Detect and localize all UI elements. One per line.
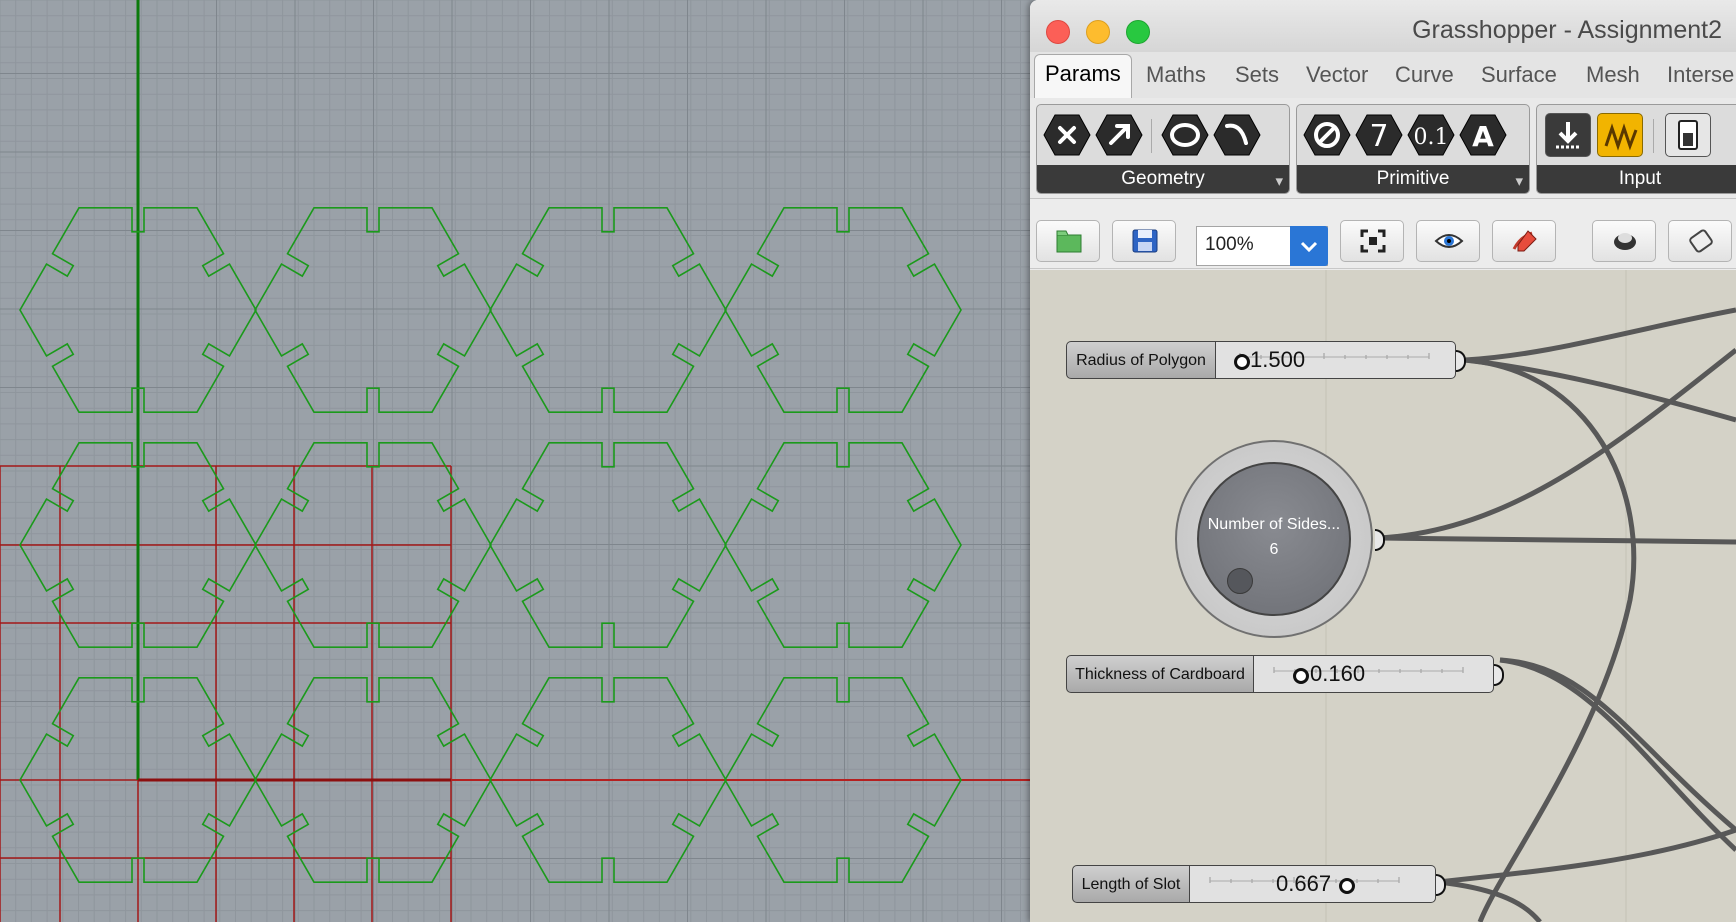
tab-mesh[interactable]: Mesh <box>1586 62 1640 88</box>
open-file-icon[interactable] <box>1036 220 1100 262</box>
slider-slot[interactable]: 0.667 <box>1190 865 1436 903</box>
tab-vector[interactable]: Vector <box>1306 62 1368 88</box>
zoom-value: 100% <box>1205 234 1254 255</box>
tab-surface[interactable]: Surface <box>1481 62 1557 88</box>
grasshopper-canvas[interactable]: Radius of Polygon 1.500 Number of Sides.… <box>1030 270 1736 922</box>
slider-value-thickness: 0.160 <box>1310 661 1366 686</box>
expand-arrow-icon[interactable]: ▾ <box>1515 172 1523 190</box>
circle-icon[interactable] <box>1161 113 1209 157</box>
ribbon-separator <box>1653 119 1654 153</box>
display-mode-icon[interactable] <box>1592 220 1656 262</box>
tab-params[interactable]: Params <box>1034 54 1132 98</box>
slider-label-radius[interactable]: Radius of Polygon <box>1066 341 1216 379</box>
zoom-select[interactable]: 100% <box>1196 226 1328 266</box>
component-tabs: Params Maths Sets Vector Curve Surface M… <box>1030 52 1736 99</box>
delete-icon[interactable] <box>1043 113 1091 157</box>
input-group: Input <box>1536 104 1736 194</box>
text-icon[interactable]: A <box>1459 113 1507 157</box>
component-ribbon: Geometry ▾ 7 0.1 A Primitive ▾ Input <box>1030 98 1736 199</box>
integer-glyph: 7 <box>1369 119 1388 154</box>
save-file-icon[interactable] <box>1112 220 1176 262</box>
expand-arrow-icon[interactable]: ▾ <box>1275 172 1283 190</box>
close-window-button[interactable] <box>1046 20 1070 44</box>
sketch-pen-icon[interactable] <box>1492 220 1556 262</box>
preview-eye-icon[interactable] <box>1416 220 1480 262</box>
slider-knob[interactable] <box>1234 354 1250 370</box>
tab-curve[interactable]: Curve <box>1395 62 1454 88</box>
wire[interactable] <box>1379 535 1736 545</box>
viewport-canvas[interactable] <box>0 0 1030 922</box>
graph-mapper-icon[interactable] <box>1597 113 1643 157</box>
text-glyph: A <box>1472 120 1494 153</box>
zoom-extents-icon[interactable] <box>1340 220 1404 262</box>
null-icon[interactable] <box>1303 113 1351 157</box>
slider-label-thickness[interactable]: Thickness of Cardboard <box>1066 655 1254 693</box>
number-icon[interactable]: 0.1 <box>1407 113 1455 157</box>
dial-handle[interactable] <box>1227 568 1253 594</box>
dial-value: 6 <box>1269 541 1279 558</box>
slider-knob[interactable] <box>1293 668 1309 684</box>
curve-icon[interactable] <box>1213 113 1261 157</box>
slider-value-radius: 1.500 <box>1250 347 1306 372</box>
wire[interactable] <box>1437 827 1736 885</box>
geometry-group-label: Geometry <box>1037 165 1289 193</box>
chevron-down-icon[interactable] <box>1290 226 1328 266</box>
geometry-group: Geometry ▾ <box>1036 104 1290 194</box>
slider-thickness[interactable]: 0.160 <box>1254 655 1494 693</box>
import-icon[interactable] <box>1545 113 1591 157</box>
dial-label: Number of Sides... <box>1207 516 1341 533</box>
slotted-hexagon <box>724 207 962 413</box>
number-glyph: 0.1 <box>1414 125 1449 150</box>
toggle-icon[interactable] <box>1665 113 1711 157</box>
primitive-group-label: Primitive <box>1297 165 1529 193</box>
slider-radius[interactable]: 1.500 <box>1216 341 1456 379</box>
wire[interactable] <box>1499 657 1736 832</box>
wire[interactable] <box>1464 307 1736 363</box>
window-title: Grasshopper - Assignment2 <box>1412 16 1722 44</box>
dial-face[interactable]: Number of Sides... 6 <box>1197 462 1351 616</box>
canvas-toolbar: 100% <box>1030 212 1736 269</box>
bake-icon[interactable] <box>1668 220 1732 262</box>
slider-label-slot[interactable]: Length of Slot <box>1072 865 1190 903</box>
grasshopper-window: Grasshopper - Assignment2 Params Maths S… <box>1030 0 1736 922</box>
title-bar: Grasshopper - Assignment2 <box>1030 0 1736 52</box>
tab-sets[interactable]: Sets <box>1235 62 1279 88</box>
arrow-icon[interactable] <box>1095 113 1143 157</box>
tab-intersect[interactable]: Interse <box>1667 62 1734 88</box>
primitive-group: 7 0.1 A Primitive ▾ <box>1296 104 1530 194</box>
slider-knob[interactable] <box>1339 878 1355 894</box>
input-group-label: Input <box>1537 165 1736 193</box>
rhino-viewport[interactable] <box>0 0 1030 922</box>
ribbon-separator <box>1151 119 1152 153</box>
slider-value-slot: 0.667 <box>1276 871 1332 896</box>
tab-maths[interactable]: Maths <box>1146 62 1206 88</box>
minimize-window-button[interactable] <box>1086 20 1110 44</box>
maximize-window-button[interactable] <box>1126 20 1150 44</box>
dial-number-of-sides[interactable]: Number of Sides... 6 <box>1175 440 1373 638</box>
integer-icon[interactable]: 7 <box>1355 113 1403 157</box>
